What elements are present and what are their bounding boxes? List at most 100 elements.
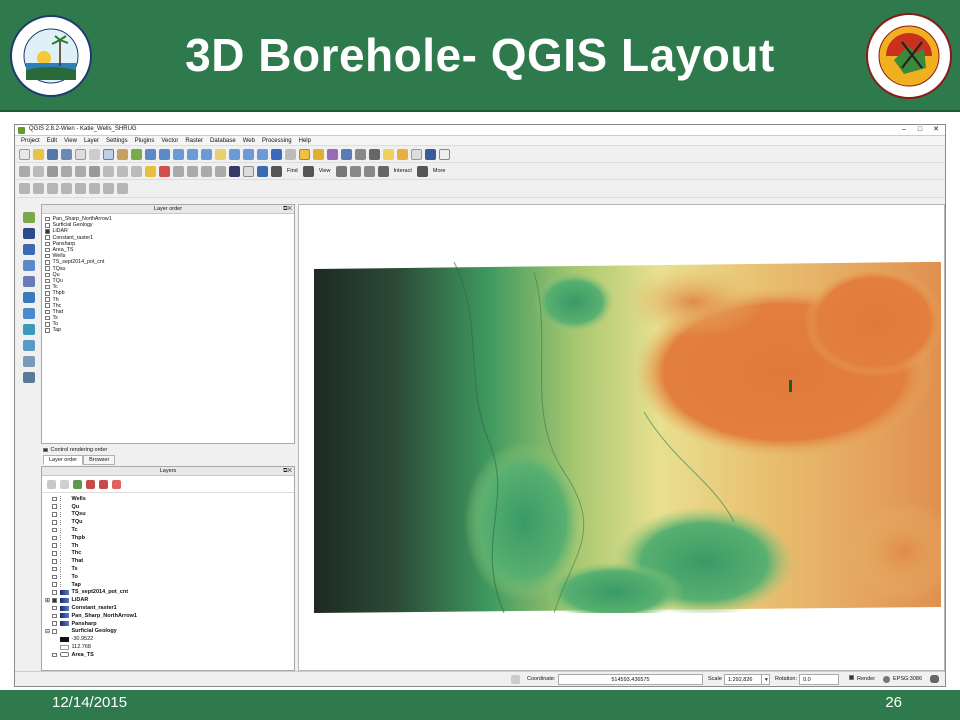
- remove-layer-icon[interactable]: [112, 479, 121, 489]
- layer-order-checkbox[interactable]: [45, 235, 50, 240]
- field-calculator-icon[interactable]: [355, 148, 366, 160]
- expand-all-icon[interactable]: [86, 479, 95, 489]
- add-group-icon[interactable]: [60, 479, 69, 489]
- layer-order-checkbox[interactable]: [45, 309, 50, 315]
- layer-order-checkbox[interactable]: [45, 297, 50, 302]
- rotation-field[interactable]: 0.0: [799, 674, 839, 685]
- zoom-in-icon[interactable]: [145, 148, 156, 160]
- add-raster-icon[interactable]: [23, 228, 35, 239]
- layer-tree-item[interactable]: Qu: [42, 503, 294, 511]
- layer-tree-item[interactable]: Tap: [42, 581, 294, 589]
- layer-visibility-checkbox[interactable]: [52, 559, 57, 564]
- layer-visibility-checkbox[interactable]: [52, 613, 57, 619]
- layer-tree-item[interactable]: TQu: [42, 518, 294, 526]
- more-label[interactable]: More: [433, 168, 446, 174]
- expression-select-icon[interactable]: [327, 148, 338, 160]
- style-manager-icon[interactable]: [47, 479, 56, 489]
- chart3-icon[interactable]: [47, 183, 58, 194]
- help-icon[interactable]: [425, 148, 436, 160]
- maximize-icon[interactable]: □: [915, 125, 925, 134]
- rotate-label-icon[interactable]: [215, 165, 226, 177]
- settings-icon[interactable]: [285, 148, 296, 160]
- expand-toggle-icon[interactable]: ⊞: [45, 597, 52, 604]
- add-delimited-icon[interactable]: [23, 356, 35, 367]
- layer-visibility-checkbox[interactable]: [52, 621, 57, 626]
- vertex-icon[interactable]: [61, 183, 72, 194]
- crs-label[interactable]: EPSG:3086: [893, 676, 922, 682]
- add-part-icon[interactable]: [117, 183, 128, 194]
- map-tips-icon[interactable]: [215, 148, 226, 160]
- lidar-elevation-map[interactable]: [314, 262, 941, 613]
- menu-settings[interactable]: Settings: [106, 138, 128, 144]
- layer-visibility-checkbox[interactable]: [52, 535, 57, 541]
- layer-order-item[interactable]: Tap: [42, 327, 294, 333]
- pan-icon[interactable]: [103, 148, 114, 160]
- identify-icon[interactable]: [271, 148, 282, 160]
- show-labels-icon[interactable]: [187, 165, 198, 177]
- zoom-full-icon[interactable]: [173, 148, 184, 160]
- layer-tree-item[interactable]: TS_sept2014_pot_cnt: [42, 589, 294, 597]
- layer-tree-item[interactable]: Pansharp: [42, 620, 294, 628]
- layer-visibility-checkbox[interactable]: [52, 629, 57, 634]
- pan-to-selection-icon[interactable]: [131, 148, 142, 160]
- chart-icon[interactable]: [19, 183, 30, 194]
- save-project-icon[interactable]: [47, 148, 58, 160]
- layer-visibility-checkbox[interactable]: [52, 512, 57, 517]
- layer-order-checkbox[interactable]: [45, 253, 50, 259]
- bookmark-icon[interactable]: [397, 148, 408, 160]
- add-spatialite-icon[interactable]: [23, 260, 35, 271]
- add-wms-icon[interactable]: [23, 308, 35, 319]
- layer-visibility-checkbox[interactable]: [52, 590, 57, 595]
- location-icon[interactable]: [363, 165, 375, 177]
- layer-tree-item[interactable]: Wells: [42, 495, 294, 503]
- python-icon[interactable]: [257, 165, 268, 177]
- expand-toggle-icon[interactable]: ⊟: [45, 628, 52, 635]
- layer-order-checkbox[interactable]: [45, 241, 50, 247]
- add-wfs-icon[interactable]: [23, 340, 35, 351]
- paste-icon[interactable]: [131, 165, 142, 177]
- lock-icon[interactable]: [271, 165, 282, 177]
- find-label[interactable]: Find: [287, 168, 298, 174]
- layer-order-checkbox[interactable]: [45, 266, 50, 271]
- edit-pencil-icon[interactable]: [19, 165, 30, 177]
- layer-tree-item[interactable]: Thc: [42, 550, 294, 558]
- layer-tree-item[interactable]: 112.768: [42, 643, 294, 651]
- menu-web[interactable]: Web: [243, 138, 255, 144]
- zoom-selection-icon[interactable]: [187, 148, 198, 160]
- move-label-icon[interactable]: [201, 165, 212, 177]
- cut-icon[interactable]: [103, 165, 114, 177]
- csw-icon[interactable]: [243, 165, 254, 177]
- zoom-out-icon[interactable]: [159, 148, 170, 160]
- layer-tree-item[interactable]: That: [42, 557, 294, 565]
- layer-order-checkbox[interactable]: [45, 272, 50, 278]
- whats-this-icon[interactable]: [439, 148, 450, 160]
- layer-visibility-checkbox[interactable]: [52, 496, 57, 502]
- add-postgis-icon[interactable]: [23, 244, 35, 255]
- move-feature-icon[interactable]: [61, 165, 72, 177]
- menu-layer[interactable]: Layer: [84, 138, 99, 144]
- layer-order-checkbox[interactable]: [45, 260, 50, 265]
- layer-tree-item[interactable]: To: [42, 573, 294, 581]
- collapse-all-icon[interactable]: [99, 479, 108, 489]
- measure-icon[interactable]: [369, 148, 380, 160]
- messages-icon[interactable]: [930, 675, 939, 683]
- add-wcs-icon[interactable]: [23, 324, 35, 335]
- control-rendering-order[interactable]: Control rendering order: [43, 447, 107, 453]
- coordinate-field[interactable]: 514593,436575: [558, 674, 703, 685]
- layer-visibility-checkbox[interactable]: [52, 574, 57, 580]
- layer-tree-item[interactable]: ⊟ Surficial Geology: [42, 628, 294, 636]
- map-canvas[interactable]: [298, 204, 945, 671]
- view-label[interactable]: View: [319, 168, 331, 174]
- layer-order-checkbox[interactable]: [45, 229, 50, 234]
- rotate-icon[interactable]: [75, 183, 86, 194]
- layer-visibility-checkbox[interactable]: [52, 520, 57, 525]
- close-icon[interactable]: ✕: [931, 125, 941, 134]
- layer-visibility-checkbox[interactable]: [52, 605, 57, 611]
- mouse-coords-icon[interactable]: [511, 675, 520, 684]
- layer-order-checkbox[interactable]: [45, 223, 50, 228]
- layer-tree-item[interactable]: Ts: [42, 565, 294, 573]
- new-layer-icon[interactable]: [23, 372, 35, 383]
- layer-tree-item[interactable]: Area_TS: [42, 651, 294, 659]
- copy-icon[interactable]: [117, 165, 128, 177]
- tab-browser[interactable]: Browser: [83, 455, 116, 465]
